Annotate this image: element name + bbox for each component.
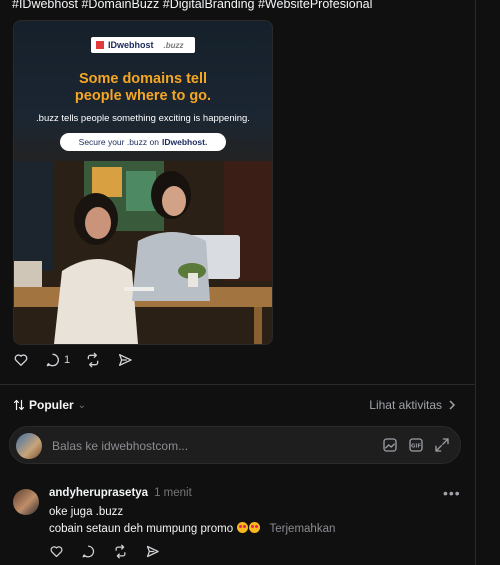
avatar[interactable]: [13, 489, 39, 515]
sort-label: Populer: [29, 398, 74, 412]
reply-input[interactable]: [50, 436, 354, 456]
view-activity-label: Lihat aktivitas: [369, 398, 442, 412]
comment-username[interactable]: andyheruprasetya: [49, 487, 148, 499]
heart-icon: [14, 354, 28, 366]
post-image[interactable]: IDwebhost .buzz Some domains tell people…: [13, 20, 273, 345]
ad-photo: [14, 161, 272, 344]
star-struck-emoji-icon: [237, 522, 249, 533]
like-button[interactable]: [13, 352, 45, 368]
gif-icon[interactable]: GIF: [408, 437, 424, 453]
chevron-right-icon: [449, 400, 456, 410]
repost-button[interactable]: [85, 352, 117, 368]
chevron-down-icon: ⌄: [77, 399, 87, 411]
comment-icon: [46, 353, 59, 367]
ad-headline: Some domains tell people where to go.: [14, 71, 272, 105]
comment-like-button[interactable]: [49, 544, 81, 559]
reply-composer: GIF: [9, 426, 461, 464]
comment-icon: [82, 545, 95, 558]
column-divider: [475, 0, 476, 565]
ad-headline-line-2: people where to go.: [74, 88, 212, 104]
comment-text: cobain setaun deh mumpung promo: [49, 523, 234, 535]
star-struck-emoji-icon: [249, 522, 261, 533]
ad-brand-bar: IDwebhost .buzz: [91, 37, 195, 53]
sort-dropdown[interactable]: Populer ⌄: [13, 398, 86, 412]
avatar: [16, 433, 42, 459]
heart-icon: [50, 546, 63, 558]
ad-cta-prefix: Secure your .buzz on: [78, 137, 159, 147]
comment-text-line-1: oke juga .buzz: [49, 506, 124, 518]
translate-link[interactable]: Terjemahkan: [270, 523, 336, 535]
sort-icon: [13, 399, 25, 411]
send-icon: [146, 545, 159, 558]
post-hashtags[interactable]: #IDwebhost #DomainBuzz #DigitalBranding …: [12, 0, 372, 11]
comment-actions: [49, 544, 177, 559]
comment-reply-button[interactable]: [81, 544, 113, 559]
repost-icon: [115, 544, 126, 559]
reply-button[interactable]: 1: [45, 352, 85, 368]
send-icon: [119, 354, 132, 366]
reply-count: 1: [64, 354, 71, 366]
repost-icon: [87, 352, 99, 368]
comment-repost-button[interactable]: [113, 544, 145, 559]
more-options-icon[interactable]: •••: [443, 485, 461, 501]
share-button[interactable]: [117, 352, 149, 368]
ad-brand-partner: .buzz: [163, 40, 184, 50]
expand-icon[interactable]: [434, 437, 450, 453]
comment-meta: andyheruprasetya 1 menit: [49, 487, 192, 499]
ad-headline-line-1: Some domains tell: [78, 71, 208, 87]
svg-text:GIF: GIF: [411, 443, 421, 449]
ad-cta-pill: Secure your .buzz on IDwebhost.: [60, 133, 226, 151]
post-actions: 1: [13, 352, 149, 368]
comment-share-button[interactable]: [145, 544, 177, 559]
comment-text-line-2: cobain setaun deh mumpung promo Terjemah…: [49, 522, 335, 535]
comment-time: 1 menit: [154, 487, 192, 499]
image-icon[interactable]: [382, 437, 398, 453]
section-divider: [0, 384, 476, 385]
ad-brand-name: IDwebhost: [108, 40, 154, 50]
ad-subline: .buzz tells people something exciting is…: [36, 113, 250, 124]
ad-cta-brand: IDwebhost.: [161, 137, 208, 147]
view-activity-link[interactable]: Lihat aktivitas: [369, 398, 456, 412]
idwebhost-logo-icon: [96, 41, 104, 49]
